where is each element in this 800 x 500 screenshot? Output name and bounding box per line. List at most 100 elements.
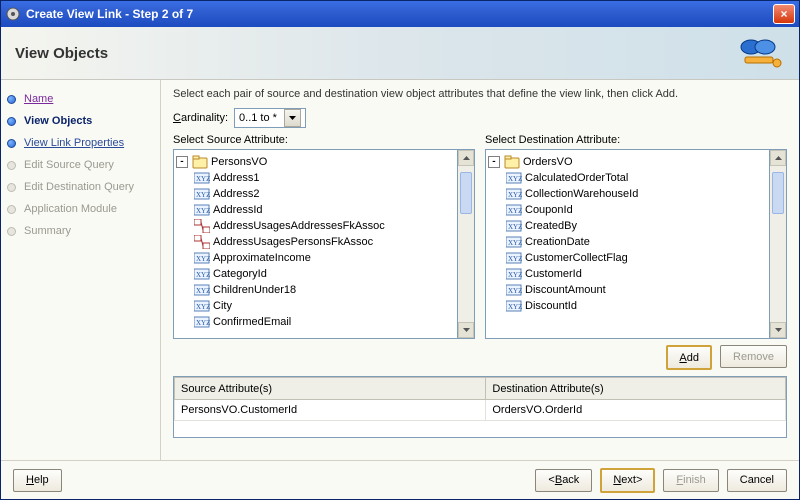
tree-item[interactable]: XYZAddressId	[194, 202, 455, 218]
attribute-icon: XYZ	[506, 203, 522, 217]
pairs-grid[interactable]: Source Attribute(s) Destination Attribut…	[173, 376, 787, 438]
attribute-icon: XYZ	[194, 187, 210, 201]
cancel-button[interactable]: Cancel	[727, 469, 787, 492]
banner-art-icon	[735, 33, 785, 73]
tree-item[interactable]: XYZCreatedBy	[506, 218, 767, 234]
svg-text:XYZ: XYZ	[508, 255, 522, 263]
help-button[interactable]: Help	[13, 469, 62, 492]
attribute-icon: XYZ	[194, 171, 210, 185]
view-object-icon	[504, 155, 520, 169]
next-button[interactable]: Next >	[600, 468, 655, 493]
view-object-icon	[192, 155, 208, 169]
title-bar: Create View Link - Step 2 of 7 ×	[1, 1, 799, 27]
add-remove-row: Add Remove	[173, 345, 787, 370]
attribute-pair-area: Select Source Attribute: -PersonsVOXYZAd…	[173, 134, 787, 339]
nav-step-view-link-properties[interactable]: View Link Properties	[7, 132, 154, 154]
remove-button[interactable]: Remove	[720, 345, 787, 368]
tree-item[interactable]: AddressUsagesPersonsFkAssoc	[194, 234, 455, 250]
wizard-banner: View Objects	[1, 27, 799, 80]
svg-text:XYZ: XYZ	[508, 287, 522, 295]
tree-root[interactable]: -OrdersVO	[488, 154, 767, 170]
grid-cell-dest: OrdersVO.OrderId	[486, 400, 786, 421]
tree-item[interactable]: XYZAddress1	[194, 170, 455, 186]
nav-step-summary: Summary	[7, 220, 154, 242]
tree-item[interactable]: XYZConfirmedEmail	[194, 314, 455, 330]
dest-tree[interactable]: -OrdersVOXYZCalculatedOrderTotalXYZColle…	[485, 149, 770, 339]
scroll-down-icon[interactable]	[458, 322, 474, 338]
attribute-icon: XYZ	[506, 219, 522, 233]
attribute-icon: XYZ	[194, 299, 210, 313]
page-heading: View Objects	[15, 45, 108, 62]
attribute-icon: XYZ	[506, 171, 522, 185]
association-icon	[194, 219, 210, 233]
cardinality-row: Cardinality: 0..1 to *	[173, 108, 787, 128]
svg-text:XYZ: XYZ	[196, 319, 210, 327]
scroll-up-icon[interactable]	[770, 150, 786, 166]
tree-item[interactable]: XYZCouponId	[506, 202, 767, 218]
tree-item[interactable]: XYZCalculatedOrderTotal	[506, 170, 767, 186]
source-caption: Select Source Attribute:	[173, 134, 475, 146]
grid-header-dest[interactable]: Destination Attribute(s)	[486, 378, 786, 400]
tree-item[interactable]: XYZDiscountId	[506, 298, 767, 314]
tree-item[interactable]: XYZAddress2	[194, 186, 455, 202]
source-tree[interactable]: -PersonsVOXYZAddress1XYZAddress2XYZAddre…	[173, 149, 458, 339]
close-button[interactable]: ×	[773, 4, 795, 24]
nav-step-edit-source: Edit Source Query	[7, 154, 154, 176]
svg-text:XYZ: XYZ	[196, 207, 210, 215]
attribute-icon: XYZ	[194, 267, 210, 281]
attribute-icon: XYZ	[506, 187, 522, 201]
tree-item[interactable]: XYZCreationDate	[506, 234, 767, 250]
wizard-footer: Help < Back Next > Finish Cancel	[1, 460, 799, 499]
collapse-icon[interactable]: -	[176, 156, 188, 168]
nav-step-edit-dest: Edit Destination Query	[7, 176, 154, 198]
app-icon	[5, 6, 21, 22]
scroll-down-icon[interactable]	[770, 322, 786, 338]
nav-step-app-module: Application Module	[7, 198, 154, 220]
tree-item[interactable]: XYZCollectionWarehouseId	[506, 186, 767, 202]
svg-text:XYZ: XYZ	[508, 207, 522, 215]
tree-item[interactable]: AddressUsagesAddressesFkAssoc	[194, 218, 455, 234]
table-row[interactable]: PersonsVO.CustomerIdOrdersVO.OrderId	[175, 400, 786, 421]
svg-text:XYZ: XYZ	[196, 287, 210, 295]
collapse-icon[interactable]: -	[488, 156, 500, 168]
add-button[interactable]: Add	[666, 345, 712, 370]
scroll-thumb[interactable]	[460, 172, 472, 214]
svg-text:XYZ: XYZ	[508, 175, 522, 183]
chevron-down-icon[interactable]	[284, 109, 301, 127]
tree-item[interactable]: XYZApproximateIncome	[194, 250, 455, 266]
back-button[interactable]: < Back	[535, 469, 592, 492]
instruction-text: Select each pair of source and destinati…	[173, 88, 787, 100]
svg-text:XYZ: XYZ	[508, 191, 522, 199]
tree-item[interactable]: XYZCity	[194, 298, 455, 314]
tree-item[interactable]: XYZCustomerId	[506, 266, 767, 282]
tree-item[interactable]: XYZCustomerCollectFlag	[506, 250, 767, 266]
cardinality-combo[interactable]: 0..1 to *	[234, 108, 306, 128]
dest-caption: Select Destination Attribute:	[485, 134, 787, 146]
svg-text:XYZ: XYZ	[508, 303, 522, 311]
tree-item[interactable]: XYZDiscountAmount	[506, 282, 767, 298]
window-title: Create View Link - Step 2 of 7	[26, 7, 773, 21]
tree-item[interactable]: XYZChildrenUnder18	[194, 282, 455, 298]
svg-text:XYZ: XYZ	[508, 239, 522, 247]
attribute-icon: XYZ	[506, 299, 522, 313]
nav-step-name[interactable]: Name	[7, 88, 154, 110]
scroll-thumb[interactable]	[772, 172, 784, 214]
grid-cell-source: PersonsVO.CustomerId	[175, 400, 486, 421]
grid-header-source[interactable]: Source Attribute(s)	[175, 378, 486, 400]
finish-button: Finish	[663, 469, 718, 492]
scroll-up-icon[interactable]	[458, 150, 474, 166]
attribute-icon: XYZ	[194, 251, 210, 265]
source-scrollbar[interactable]	[458, 149, 475, 339]
tree-root[interactable]: -PersonsVO	[176, 154, 455, 170]
svg-text:XYZ: XYZ	[196, 191, 210, 199]
svg-text:XYZ: XYZ	[508, 271, 522, 279]
svg-text:XYZ: XYZ	[196, 175, 210, 183]
nav-step-view-objects[interactable]: View Objects	[7, 110, 154, 132]
attribute-icon: XYZ	[506, 235, 522, 249]
dest-scrollbar[interactable]	[770, 149, 787, 339]
association-icon	[194, 235, 210, 249]
attribute-icon: XYZ	[506, 251, 522, 265]
wizard-body: Name View Objects View Link Properties E…	[1, 80, 799, 460]
tree-item[interactable]: XYZCategoryId	[194, 266, 455, 282]
step-nav: Name View Objects View Link Properties E…	[1, 80, 161, 460]
